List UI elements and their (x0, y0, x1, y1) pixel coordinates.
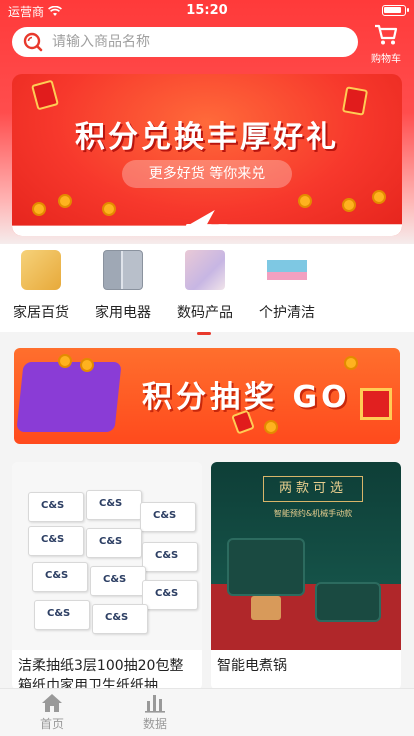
category-label: 家用电器 (95, 305, 151, 321)
category-label: 个护清洁 (259, 305, 315, 321)
search-bar[interactable] (12, 27, 358, 57)
cart-button[interactable]: 购物车 (366, 24, 406, 65)
tissue-pack (34, 600, 90, 630)
cooker-pot-large (227, 538, 305, 596)
category-label: 家居百货 (13, 305, 69, 321)
coin-decoration (372, 190, 386, 204)
tissue-pack (142, 580, 198, 610)
tissue-pack (142, 542, 198, 572)
category-item-home-goods[interactable]: 家居百货 (6, 250, 76, 322)
prize-basket-decoration (16, 362, 122, 432)
cooker-stand (251, 596, 281, 620)
tissue-pack (92, 604, 148, 634)
bottom-tabbar: 首页 数据 (0, 688, 414, 736)
tissue-pack (140, 502, 196, 532)
search-input[interactable] (52, 34, 332, 50)
category-nav: 家居百货 家用电器 数码产品 个护清洁 (0, 244, 414, 335)
tissue-product-image (12, 462, 202, 650)
coin-decoration (58, 194, 72, 208)
coin-decoration (32, 202, 46, 216)
tab-home[interactable]: 首页 (22, 693, 82, 732)
status-bar: 运营商 15:20 (0, 0, 414, 22)
coin-decoration (344, 356, 358, 370)
red-packet-decoration (31, 79, 59, 111)
product-card[interactable]: 两款可选 智能预约&机械手动款 智能电煮锅 (211, 462, 401, 690)
tissue-pack (86, 490, 142, 520)
cooker-pot-small (315, 582, 381, 622)
home-icon (42, 694, 62, 712)
coin-decoration (80, 358, 94, 372)
cart-label: 购物车 (371, 54, 401, 65)
cooker-product-image: 两款可选 智能预约&机械手动款 (211, 462, 401, 650)
lottery-label: 积分抽奖 GO (142, 380, 351, 415)
refrigerator-icon (103, 250, 143, 290)
pagination-dot[interactable] (202, 224, 212, 227)
coin-decoration (102, 202, 116, 216)
banner-title: 积分兑换丰厚好礼 (75, 120, 339, 155)
pagination-dot-active[interactable] (186, 224, 196, 227)
tissue-pack (86, 528, 142, 558)
bar-chart-icon (145, 695, 165, 713)
personal-care-icon (267, 250, 307, 290)
tissue-pack (28, 526, 84, 556)
coin-decoration (298, 194, 312, 208)
category-item-appliances[interactable]: 家用电器 (88, 250, 158, 322)
search-icon (23, 32, 43, 52)
banner-bottom-band (12, 210, 402, 236)
gift-box-icon (360, 388, 392, 420)
category-item-personal-care[interactable]: 个护清洁 (252, 250, 322, 322)
product-card[interactable]: 洁柔抽纸3层100抽20包整箱纸巾家用卫生纸纸抽 (12, 462, 202, 690)
battery-icon (382, 5, 409, 16)
lottery-banner[interactable]: 积分抽奖 GO (14, 348, 400, 444)
shopping-cart-icon (375, 24, 398, 45)
tab-data[interactable]: 数据 (125, 693, 185, 732)
status-time: 15:20 (186, 3, 228, 18)
tab-home-label: 首页 (39, 717, 64, 731)
category-label: 数码产品 (177, 305, 233, 321)
product-name: 智能电煮锅 (217, 658, 287, 674)
coin-decoration (342, 198, 356, 212)
banner-subtitle: 更多好货 等你来兑 (122, 160, 292, 188)
digital-product-icon (185, 250, 225, 290)
category-active-indicator (197, 332, 211, 335)
coin-decoration (58, 354, 72, 368)
tissue-box-icon (21, 250, 61, 290)
tab-data-label: 数据 (142, 717, 167, 731)
promo-banner[interactable]: 积分兑换丰厚好礼 更多好货 等你来兑 (12, 74, 402, 236)
tissue-pack (32, 562, 88, 592)
tissue-pack (90, 566, 146, 596)
category-item-digital[interactable]: 数码产品 (170, 250, 240, 335)
product-name: 洁柔抽纸3层100抽20包整箱纸巾家用卫生纸纸抽 (18, 658, 184, 690)
banner-pagination (12, 224, 402, 227)
product-tag: 两款可选 (263, 476, 363, 502)
tissue-pack (28, 492, 84, 522)
coin-decoration (264, 420, 278, 434)
product-tag-subtitle: 智能预约&机械手动款 (273, 509, 353, 518)
pagination-dot[interactable] (218, 224, 228, 227)
